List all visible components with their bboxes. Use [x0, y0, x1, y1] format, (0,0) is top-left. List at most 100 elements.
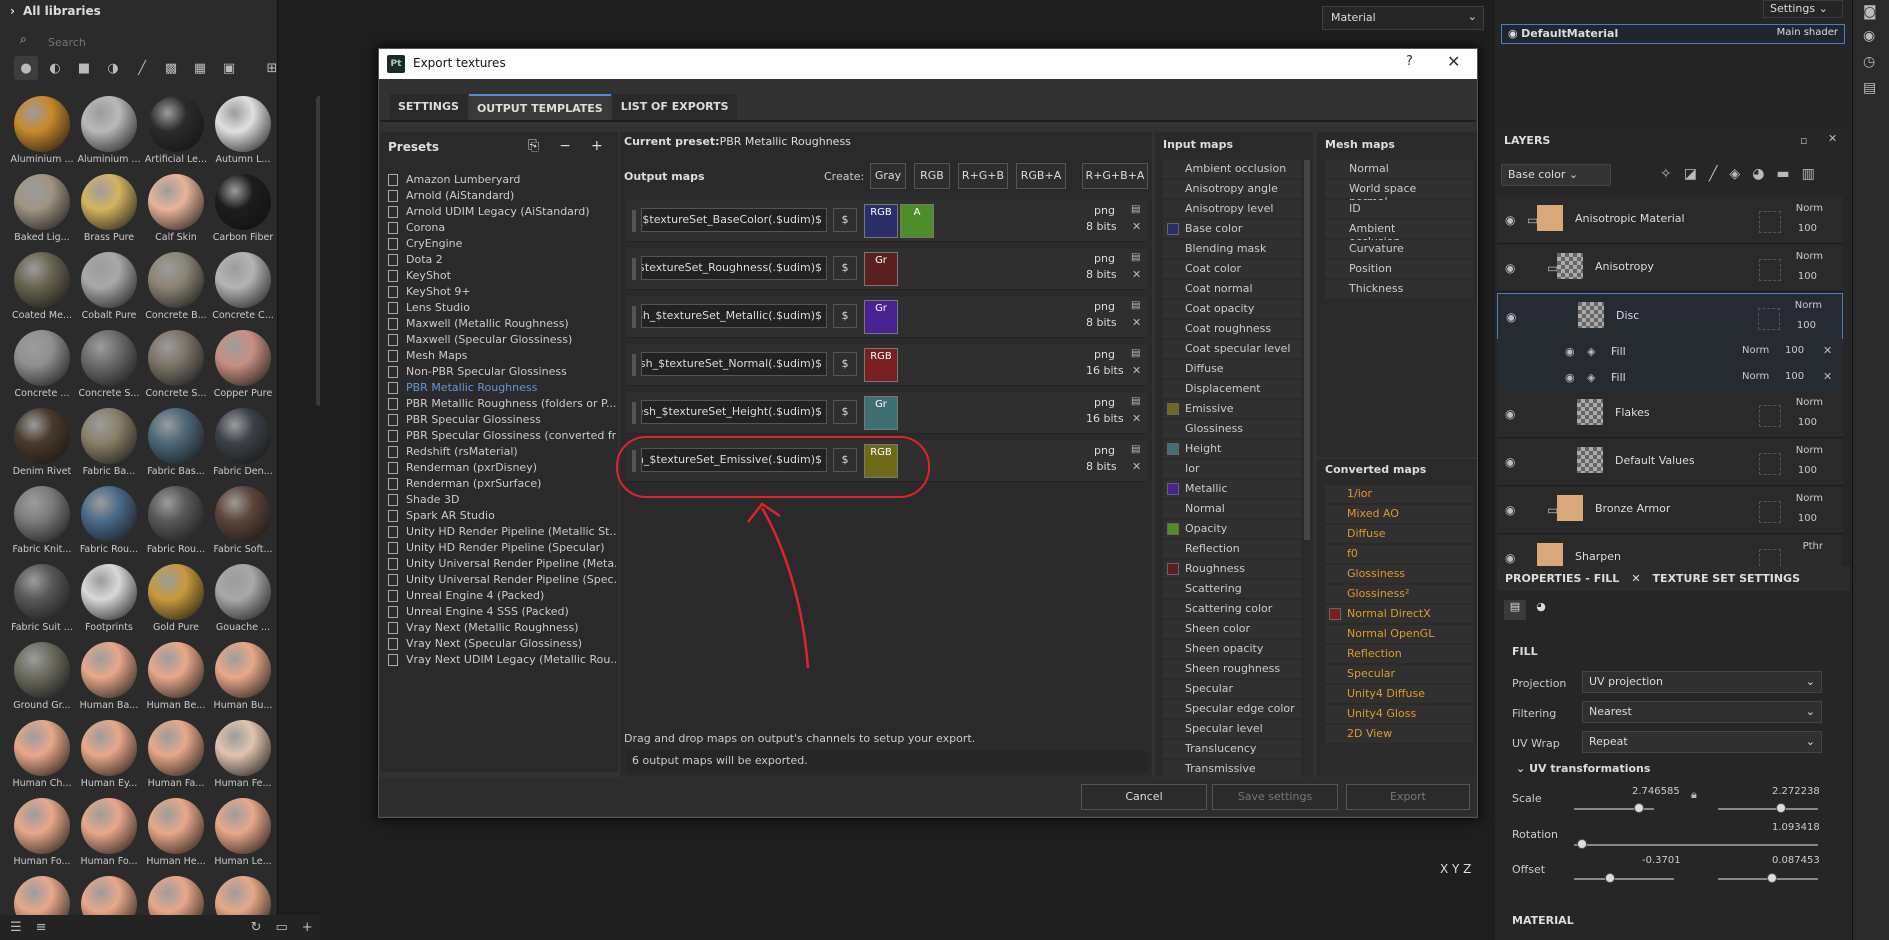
converted-map-item[interactable]: Normal OpenGL [1325, 625, 1473, 643]
input-map-item[interactable]: Coat color [1163, 260, 1301, 278]
layer-blend-mode[interactable]: Norm [1796, 445, 1823, 456]
input-map-item[interactable]: Coat opacity [1163, 300, 1301, 318]
remove-output-icon[interactable]: ✕ [1132, 268, 1141, 281]
output-filename-input[interactable]: $mesh_$textureSet_Normal(.$udim) [641, 352, 827, 376]
remove-output-icon[interactable]: ✕ [1132, 460, 1141, 473]
remove-preset-icon[interactable]: − [559, 138, 571, 154]
viewport-material-select[interactable]: Material ⌄ [1322, 6, 1484, 30]
insert-variable-button[interactable]: $ [833, 304, 857, 328]
converted-map-item[interactable]: 2D View [1325, 725, 1473, 743]
format-select[interactable]: png [1094, 204, 1115, 217]
mesh-map-item[interactable]: Position [1325, 260, 1473, 278]
output-settings-icon[interactable]: ▤ [1131, 252, 1140, 263]
drag-handle[interactable] [632, 354, 636, 376]
mask-icon[interactable]: ◪ [1684, 166, 1697, 182]
preset-item[interactable]: PBR Metallic Roughness (folders or P... [388, 396, 616, 412]
layer-mask-slot[interactable] [1759, 405, 1781, 427]
material-thumbnail[interactable]: Human Ey... [75, 720, 143, 789]
preset-item[interactable]: Maxwell (Metallic Roughness) [388, 316, 616, 332]
output-filename-input[interactable]: $mesh_$textureSet_Height(.$udim) [641, 400, 827, 424]
remove-output-icon[interactable]: ✕ [1132, 412, 1141, 425]
create-r-g-b-button[interactable]: R+G+B [958, 163, 1008, 189]
output-map-row[interactable]: $mesh_$textureSet_BaseColor(.$udim)$ RGBA… [626, 200, 1148, 242]
fill-effect-row[interactable]: ◉ ◈ Fill Norm 100 ✕ [1497, 365, 1843, 391]
filtering-select[interactable]: Nearest ⌄ [1582, 701, 1822, 723]
material-thumbnail[interactable]: Fabric Soft... [209, 486, 277, 555]
grid-filter-icon[interactable]: ▦ [188, 56, 212, 80]
layer-mask-slot[interactable] [1759, 501, 1781, 523]
bit-depth-select[interactable]: 16 bits [1086, 412, 1124, 425]
material-thumbnail[interactable]: Copper Pure [209, 330, 277, 399]
create-gray-button[interactable]: Gray [870, 163, 906, 189]
create-rgb-button[interactable]: RGB [914, 163, 950, 189]
smart-materials-filter-icon[interactable]: ◐ [43, 56, 67, 80]
library-header[interactable]: › All libraries [0, 0, 278, 24]
material-thumbnail[interactable]: Concrete S... [142, 330, 210, 399]
projection-select[interactable]: UV projection ⌄ [1582, 671, 1822, 693]
layer-row[interactable]: ◉ ▭ Anisotropic Material Norm 100 [1497, 197, 1843, 244]
format-select[interactable]: png [1094, 348, 1115, 361]
material-thumbnail[interactable]: Human Le... [209, 798, 277, 867]
material-thumbnail[interactable]: Ground Gr... [8, 642, 76, 711]
material-thumbnail[interactable]: Gold Pure [142, 564, 210, 633]
input-map-item[interactable]: Translucency [1163, 740, 1301, 758]
output-map-row[interactable]: $mesh_$textureSet_Normal(.$udim) $ RGB png 1… [626, 344, 1148, 386]
preset-item[interactable]: Arnold (AiStandard) [388, 188, 616, 204]
preset-item[interactable]: Unity HD Render Pipeline (Metallic St... [388, 524, 616, 540]
input-map-item[interactable]: Specular level [1163, 720, 1301, 738]
converted-map-item[interactable]: f0 [1325, 545, 1473, 563]
preset-item[interactable]: Unity Universal Render Pipeline (Spec... [388, 572, 616, 588]
brush-filter-icon[interactable]: ╱ [130, 56, 154, 80]
scale-a-knob[interactable] [1634, 803, 1644, 813]
material-thumbnail[interactable]: Human He... [142, 798, 210, 867]
preset-item[interactable]: Vray Next UDIM Legacy (Metallic Rou... [388, 652, 616, 668]
material-thumbnail[interactable]: Aluminium ... [75, 96, 143, 165]
preset-item[interactable]: Mesh Maps [388, 348, 616, 364]
material-thumbnail[interactable]: Baked Lig... [8, 174, 76, 243]
material-thumbnail[interactable]: Human Be... [142, 642, 210, 711]
output-channel-slot[interactable]: RGB [864, 204, 898, 238]
remove-output-icon[interactable]: ✕ [1132, 220, 1141, 233]
layer-mask-slot[interactable] [1758, 308, 1780, 330]
output-filename-input[interactable]: $mesh_$textureSet_Metallic(.$udim) [641, 304, 827, 328]
tab-settings[interactable]: SETTINGS [390, 94, 467, 120]
layer-mask-slot[interactable] [1759, 211, 1781, 233]
output-settings-icon[interactable]: ▤ [1131, 396, 1140, 407]
output-settings-icon[interactable]: ▤ [1131, 444, 1140, 455]
view-grid-icon[interactable]: ⊞ [260, 56, 284, 80]
create-r-g-b-a-button[interactable]: R+G+B+A [1082, 163, 1148, 189]
offset-a-knob[interactable] [1605, 873, 1615, 883]
input-map-item[interactable]: Scattering [1163, 580, 1301, 598]
converted-map-item[interactable]: Unity4 Gloss [1325, 705, 1473, 723]
input-map-item[interactable]: Normal [1163, 500, 1301, 518]
mesh-map-item[interactable]: Curvature [1325, 240, 1473, 258]
preset-item[interactable]: Vray Next (Metallic Roughness) [388, 620, 616, 636]
input-map-item[interactable]: Specular edge color [1163, 700, 1301, 718]
preset-item[interactable]: PBR Metallic Roughness [388, 380, 616, 396]
masks-filter-icon[interactable]: ■ [72, 56, 96, 80]
preset-item[interactable]: Corona [388, 220, 616, 236]
input-map-item[interactable]: Height [1163, 440, 1301, 458]
folder-icon[interactable]: ▬ [1776, 166, 1789, 182]
material-thumbnail[interactable]: Fabric Rou... [75, 486, 143, 555]
offset-a-slider[interactable] [1574, 878, 1674, 880]
input-map-item[interactable]: Sheen opacity [1163, 640, 1301, 658]
input-map-item[interactable]: Opacity [1163, 520, 1301, 538]
remove-output-icon[interactable]: ✕ [1132, 364, 1141, 377]
scale-b-slider[interactable] [1718, 808, 1818, 810]
output-map-row[interactable]: $mesh_$textureSet_Height(.$udim) $ Gr png 16… [626, 392, 1148, 434]
input-map-item[interactable]: Coat specular level [1163, 340, 1301, 358]
close-panel-icon[interactable]: ✕ [1828, 132, 1837, 145]
material-thumbnail[interactable]: Fabric Bas... [142, 408, 210, 477]
layer-blend-mode[interactable]: Pthr [1803, 541, 1823, 552]
material-properties-icon[interactable]: ◕ [1530, 600, 1552, 620]
fill-effect-row[interactable]: ◉ ◈ Fill Norm 100 ✕ [1497, 339, 1843, 365]
eye-icon[interactable]: ◉ [1505, 455, 1515, 469]
remove-output-icon[interactable]: ✕ [1132, 316, 1141, 329]
material-thumbnail[interactable] [8, 876, 76, 916]
preset-item[interactable]: Shade 3D [388, 492, 616, 508]
converted-map-item[interactable]: Diffuse [1325, 525, 1473, 543]
converted-map-item[interactable]: Glossiness² [1325, 585, 1473, 603]
material-thumbnail[interactable]: Fabric Den... [209, 408, 277, 477]
save-settings-button[interactable]: Save settings [1212, 784, 1338, 810]
